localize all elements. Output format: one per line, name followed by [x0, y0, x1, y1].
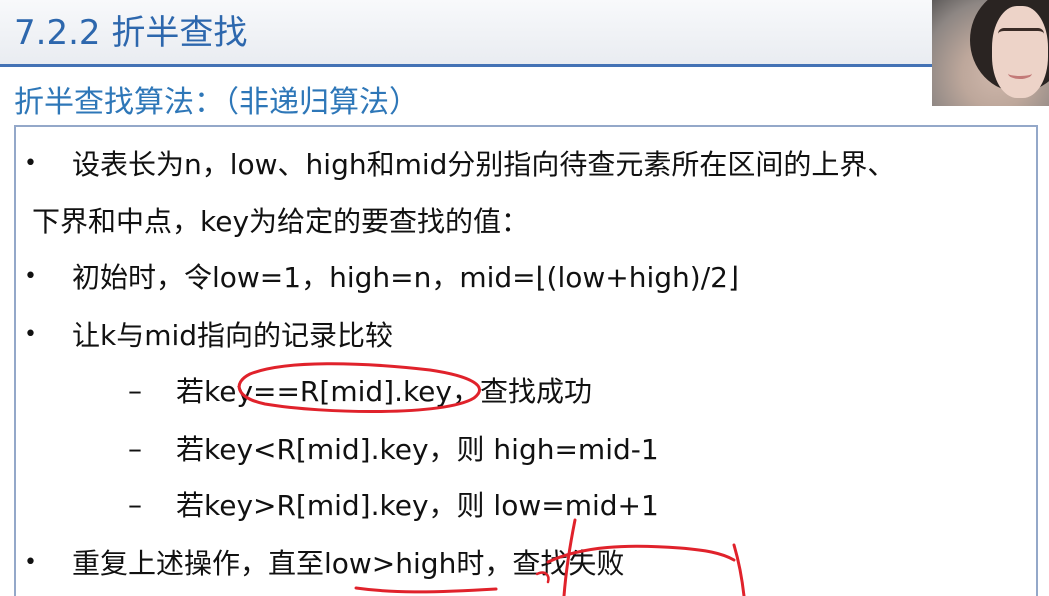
title-rule	[0, 64, 1049, 67]
sub-item-3: 若key>R[mid].key，则 low=mid+1	[176, 489, 659, 522]
bullet-2: •	[24, 264, 37, 289]
webcam-smile	[1008, 68, 1032, 79]
content-line-1: 设表长为n，low、high和mid分别指向待查元素所在区间的上界、	[72, 148, 896, 181]
glasses-icon	[998, 28, 1044, 45]
dash-2: –	[128, 432, 142, 465]
content-line-3: 初始时，令low=1，high=n，mid=⌊(low+high)/2⌋	[72, 261, 739, 294]
bullet-1: •	[24, 151, 37, 176]
dash-1: –	[128, 374, 142, 407]
sub-item-1: 若key==R[mid].key，查找成功	[176, 375, 592, 408]
sub-item-2: 若key<R[mid].key，则 high=mid-1	[176, 433, 659, 466]
webcam-face	[992, 6, 1048, 98]
dash-3: –	[128, 488, 142, 521]
slide-title: 7.2.2 折半查找	[14, 13, 248, 53]
content-box	[14, 125, 1038, 596]
bullet-4: •	[24, 550, 37, 575]
webcam-overlay	[932, 0, 1049, 106]
section-subtitle: 折半查找算法：（非递归算法）	[14, 85, 419, 120]
content-line-4: 让k与mid指向的记录比较	[72, 319, 394, 352]
slide: 7.2.2 折半查找 折半查找算法：（非递归算法） • 设表长为n，low、hi…	[0, 0, 1049, 596]
title-bar: 7.2.2 折半查找	[0, 0, 1049, 64]
bullet-3: •	[24, 322, 37, 347]
content-line-2: 下界和中点，key为给定的要查找的值：	[32, 205, 530, 238]
content-line-5: 重复上述操作，直至low>high时，查找失败	[72, 547, 625, 580]
